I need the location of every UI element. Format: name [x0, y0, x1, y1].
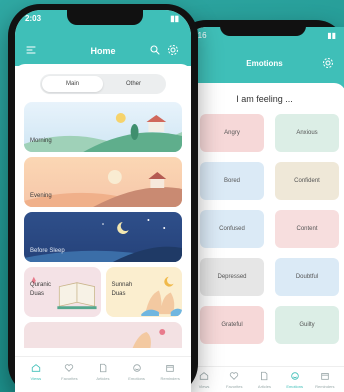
evening-illustration: [24, 170, 182, 207]
tab-label: Reminders: [315, 384, 335, 389]
tab-reminders[interactable]: Reminders: [155, 363, 185, 392]
morning-illustration: [24, 113, 182, 152]
smiley-icon: [132, 364, 141, 372]
segmented-control: Main Other: [40, 74, 166, 94]
emotion-label: Content: [296, 226, 318, 232]
page-title: Home: [90, 46, 116, 56]
gear-icon[interactable]: [322, 57, 334, 69]
segment-other[interactable]: Other: [103, 76, 164, 92]
tab-emotions[interactable]: Emotions: [280, 371, 310, 392]
card-label: Sunnah Duas: [111, 282, 133, 297]
emotions-grid: Angry Anxious Bored Confident Confused Conten…: [200, 114, 344, 344]
before-sleep-card[interactable]: Before Sleep: [24, 212, 182, 262]
home-icon: [31, 364, 40, 372]
smiley-icon: [290, 372, 299, 380]
tab-label: Views: [30, 376, 42, 381]
emotion-label: Angry: [224, 130, 240, 136]
tab-label: Articles: [96, 376, 110, 381]
page-title: Emotions: [246, 59, 283, 68]
phone-notch: [67, 10, 143, 25]
emotion-label: Anxious: [296, 130, 318, 136]
home-phone: 2:03 ▮▮ Home Main Other Morning Evening …: [8, 4, 198, 392]
dua-cards: Morning Evening Before Sleep Quranic Dua…: [24, 102, 182, 348]
more-card-illustration: [132, 329, 166, 348]
card-label: Quranic Duas: [30, 282, 52, 297]
tab-articles[interactable]: Articles: [88, 363, 118, 392]
emotion-tile[interactable]: Content: [275, 210, 339, 248]
tab-label: Favorites: [226, 384, 243, 389]
emotion-tile[interactable]: Grateful: [200, 306, 264, 344]
emotion-tile[interactable]: Depressed: [200, 258, 264, 296]
emotion-tile[interactable]: Confident: [275, 162, 339, 200]
bottom-tab-bar: Views Favorites Articles Emotions Reminders: [15, 356, 191, 392]
tab-favorites[interactable]: Favorites: [54, 363, 84, 392]
document-icon: [261, 371, 268, 381]
calendar-icon: [321, 373, 329, 380]
quranic-duas-card[interactable]: Quranic Duas: [24, 267, 101, 317]
home-screen: 2:03 ▮▮ Home Main Other Morning Evening …: [15, 10, 191, 392]
tab-articles[interactable]: Articles: [249, 371, 279, 392]
night-illustration: [24, 219, 182, 262]
document-icon: [100, 363, 107, 373]
tab-label: Articles: [257, 384, 272, 389]
emotion-label: Confident: [294, 178, 320, 184]
status-time: 2:03: [25, 14, 42, 23]
emotions-phone: 9:16 ▮▮ Emotions I am feeling ... Angry A…: [176, 20, 344, 392]
calendar-icon: [166, 365, 174, 372]
tab-label: Favorites: [61, 376, 78, 381]
feeling-prompt: I am feeling ...: [236, 94, 293, 104]
emotion-tile[interactable]: Angry: [200, 114, 264, 152]
emotion-tile[interactable]: Guilty: [275, 306, 339, 344]
tab-label: Emotions: [286, 384, 303, 389]
emotion-tile[interactable]: Doubtful: [275, 258, 339, 296]
heart-icon: [230, 372, 239, 380]
home-body: Main Other Morning Evening Before Sleep …: [15, 64, 191, 392]
emotions-body: I am feeling ... Angry Anxious Bored Confid…: [183, 83, 344, 392]
tab-label: Reminders: [160, 376, 180, 381]
home-icon: [199, 372, 209, 380]
phone-notch: [220, 20, 306, 36]
emotion-label: Guilty: [299, 322, 315, 328]
battery-icon: ▮▮: [170, 14, 179, 23]
segment-main[interactable]: Main: [42, 76, 103, 92]
emotion-tile[interactable]: Bored: [200, 162, 264, 200]
search-icon[interactable]: [149, 44, 161, 56]
tab-label: Emotions: [128, 376, 145, 381]
sunnah-duas-card[interactable]: Sunnah Duas: [105, 267, 182, 317]
card-row: Quranic Duas Sunnah Duas: [24, 267, 182, 317]
tab-reminders[interactable]: Reminders: [310, 371, 340, 392]
tab-label: Views: [198, 384, 210, 389]
emotion-tile[interactable]: Anxious: [275, 114, 339, 152]
tab-views[interactable]: Views: [21, 363, 51, 392]
emotion-tile[interactable]: Confused: [200, 210, 264, 248]
card-label: Before Sleep: [30, 248, 65, 254]
tab-emotions[interactable]: Emotions: [122, 363, 152, 392]
emotions-screen: 9:16 ▮▮ Emotions I am feeling ... Angry A…: [183, 27, 344, 392]
emotion-label: Depressed: [217, 274, 247, 280]
morning-card[interactable]: Morning: [24, 102, 182, 152]
emotion-label: Confused: [219, 226, 245, 232]
heart-icon: [65, 364, 74, 372]
emotion-label: Grateful: [221, 322, 243, 328]
battery-icon: ▮▮: [327, 31, 336, 40]
card-label: Morning: [30, 138, 52, 144]
more-card[interactable]: [24, 322, 182, 348]
evening-card[interactable]: Evening: [24, 157, 182, 207]
card-label: Evening: [30, 193, 52, 199]
emotion-label: Bored: [223, 178, 240, 184]
gear-icon[interactable]: [167, 44, 179, 56]
bottom-tab-bar: Views Favorites Articles Emotions Reminders: [183, 366, 344, 392]
emotion-label: Doubtful: [295, 274, 319, 280]
emotions-header: 9:16 ▮▮ Emotions: [183, 27, 344, 91]
tab-favorites[interactable]: Favorites: [219, 371, 249, 392]
